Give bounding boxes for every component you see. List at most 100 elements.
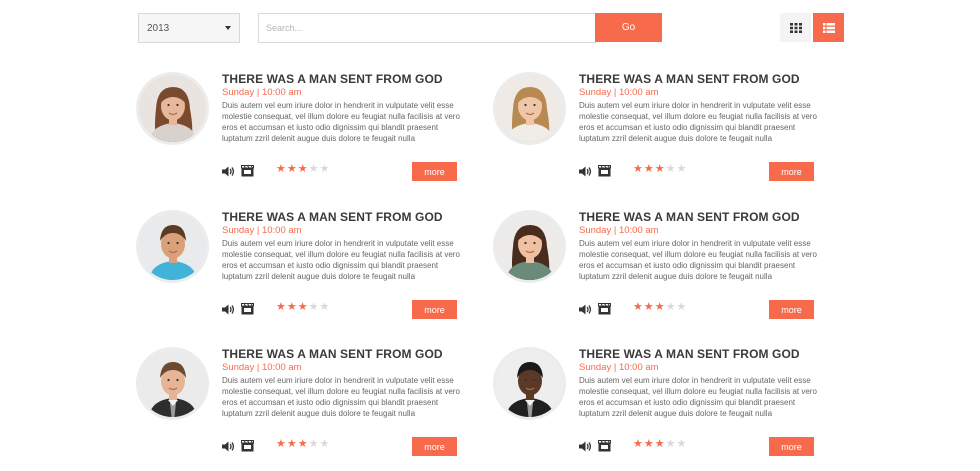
star-rating: ★ ★ ★ ★ ★: [276, 302, 330, 313]
star-filled-icon[interactable]: ★: [633, 439, 643, 450]
star-filled-icon[interactable]: ★: [633, 164, 643, 175]
star-filled-icon[interactable]: ★: [655, 164, 665, 175]
avatar: [496, 213, 563, 280]
grid-view-button[interactable]: [780, 13, 811, 42]
year-select[interactable]: 2013: [138, 13, 240, 43]
audio-icon[interactable]: [222, 302, 235, 320]
list-view-button[interactable]: [813, 13, 844, 42]
go-button[interactable]: Go: [595, 13, 662, 42]
star-filled-icon[interactable]: ★: [298, 302, 308, 313]
card-description: Duis autem vel eum iriure dolor in hendr…: [579, 101, 817, 143]
avatar: [139, 213, 206, 280]
star-filled-icon[interactable]: ★: [644, 439, 654, 450]
star-filled-icon[interactable]: ★: [633, 302, 643, 313]
avatar-frame: [493, 72, 566, 145]
card-description: Duis autem vel eum iriure dolor in hendr…: [222, 239, 460, 281]
avatar-frame: [493, 347, 566, 420]
audio-icon[interactable]: [579, 164, 592, 182]
star-filled-icon[interactable]: ★: [276, 439, 286, 450]
card-title: THERE WAS A MAN SENT FROM GOD: [222, 210, 443, 224]
star-empty-icon[interactable]: ★: [320, 439, 330, 450]
card-datetime: Sunday | 10:00 am: [222, 225, 302, 236]
card-description: Duis autem vel eum iriure dolor in hendr…: [579, 376, 817, 418]
sermon-card: THERE WAS A MAN SENT FROM GOD Sunday | 1…: [493, 72, 823, 187]
video-icon[interactable]: [598, 164, 611, 182]
card-datetime: Sunday | 10:00 am: [222, 362, 302, 373]
star-empty-icon[interactable]: ★: [320, 164, 330, 175]
star-filled-icon[interactable]: ★: [298, 439, 308, 450]
star-filled-icon[interactable]: ★: [655, 439, 665, 450]
video-icon[interactable]: [241, 302, 254, 320]
star-filled-icon[interactable]: ★: [287, 164, 297, 175]
card-title: THERE WAS A MAN SENT FROM GOD: [222, 72, 443, 86]
media-icons: [222, 164, 260, 182]
star-filled-icon[interactable]: ★: [276, 302, 286, 313]
card-description: Duis autem vel eum iriure dolor in hendr…: [222, 101, 460, 143]
avatar-frame: [136, 72, 209, 145]
avatar: [496, 75, 563, 142]
star-rating: ★ ★ ★ ★ ★: [633, 164, 687, 175]
avatar: [139, 75, 206, 142]
star-empty-icon[interactable]: ★: [677, 439, 687, 450]
card-datetime: Sunday | 10:00 am: [579, 225, 659, 236]
card-datetime: Sunday | 10:00 am: [579, 362, 659, 373]
video-icon[interactable]: [598, 439, 611, 457]
media-icons: [579, 439, 617, 457]
star-empty-icon[interactable]: ★: [677, 302, 687, 313]
audio-icon[interactable]: [222, 439, 235, 457]
sermon-card: THERE WAS A MAN SENT FROM GOD Sunday | 1…: [136, 347, 466, 462]
video-icon[interactable]: [241, 439, 254, 457]
card-title: THERE WAS A MAN SENT FROM GOD: [579, 210, 800, 224]
star-empty-icon[interactable]: ★: [309, 302, 319, 313]
sermon-card: THERE WAS A MAN SENT FROM GOD Sunday | 1…: [136, 210, 466, 325]
card-description: Duis autem vel eum iriure dolor in hendr…: [579, 239, 817, 281]
audio-icon[interactable]: [579, 302, 592, 320]
star-rating: ★ ★ ★ ★ ★: [633, 302, 687, 313]
media-icons: [222, 302, 260, 320]
media-icons: [222, 439, 260, 457]
sermon-card: THERE WAS A MAN SENT FROM GOD Sunday | 1…: [136, 72, 466, 187]
star-empty-icon[interactable]: ★: [677, 164, 687, 175]
audio-icon[interactable]: [222, 164, 235, 182]
star-empty-icon[interactable]: ★: [320, 302, 330, 313]
more-button[interactable]: more: [412, 162, 457, 181]
more-button[interactable]: more: [412, 437, 457, 456]
star-filled-icon[interactable]: ★: [287, 439, 297, 450]
audio-icon[interactable]: [579, 439, 592, 457]
chevron-down-icon: [225, 26, 231, 30]
more-button[interactable]: more: [769, 162, 814, 181]
star-empty-icon[interactable]: ★: [309, 164, 319, 175]
video-icon[interactable]: [598, 302, 611, 320]
card-title: THERE WAS A MAN SENT FROM GOD: [222, 347, 443, 361]
star-filled-icon[interactable]: ★: [644, 302, 654, 313]
more-button[interactable]: more: [412, 300, 457, 319]
sermon-card: THERE WAS A MAN SENT FROM GOD Sunday | 1…: [493, 347, 823, 462]
card-description: Duis autem vel eum iriure dolor in hendr…: [222, 376, 460, 418]
card-title: THERE WAS A MAN SENT FROM GOD: [579, 347, 800, 361]
avatar: [496, 350, 563, 417]
search-input[interactable]: [258, 13, 596, 43]
media-icons: [579, 164, 617, 182]
grid-icon: [789, 22, 802, 33]
star-empty-icon[interactable]: ★: [309, 439, 319, 450]
star-filled-icon[interactable]: ★: [298, 164, 308, 175]
card-title: THERE WAS A MAN SENT FROM GOD: [579, 72, 800, 86]
star-empty-icon[interactable]: ★: [666, 439, 676, 450]
star-rating: ★ ★ ★ ★ ★: [276, 164, 330, 175]
more-button[interactable]: more: [769, 437, 814, 456]
star-filled-icon[interactable]: ★: [644, 164, 654, 175]
avatar-frame: [493, 210, 566, 283]
year-select-value: 2013: [147, 22, 170, 34]
star-filled-icon[interactable]: ★: [655, 302, 665, 313]
avatar-frame: [136, 347, 209, 420]
star-rating: ★ ★ ★ ★ ★: [276, 439, 330, 450]
more-button[interactable]: more: [769, 300, 814, 319]
star-rating: ★ ★ ★ ★ ★: [633, 439, 687, 450]
video-icon[interactable]: [241, 164, 254, 182]
list-icon: [822, 22, 835, 33]
star-filled-icon[interactable]: ★: [276, 164, 286, 175]
star-empty-icon[interactable]: ★: [666, 302, 676, 313]
star-filled-icon[interactable]: ★: [287, 302, 297, 313]
card-datetime: Sunday | 10:00 am: [222, 87, 302, 98]
star-empty-icon[interactable]: ★: [666, 164, 676, 175]
